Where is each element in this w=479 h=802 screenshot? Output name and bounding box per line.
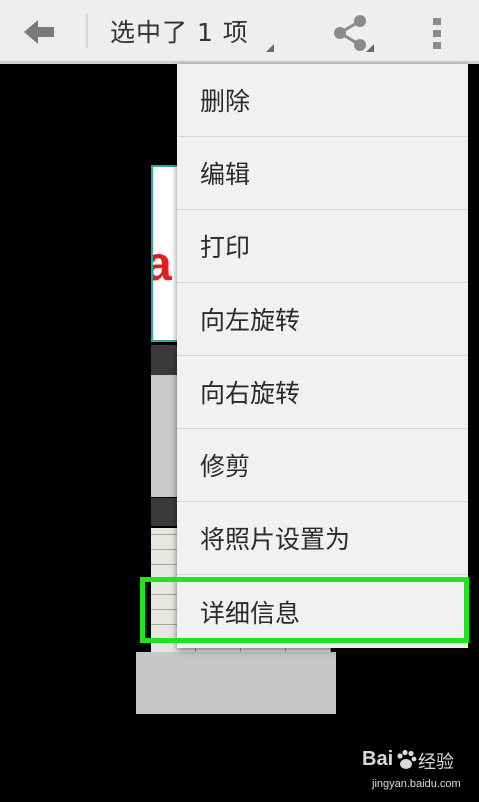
title-dropdown-indicator <box>266 44 274 52</box>
overflow-menu-button[interactable] <box>420 12 454 54</box>
watermark-site-text: 经验 <box>418 752 454 773</box>
action-bar-divider <box>86 14 88 48</box>
menu-item-rotate-right[interactable]: 向右旋转 <box>177 356 468 429</box>
photo-gap <box>151 345 179 375</box>
photo-thumbnail-gray[interactable] <box>151 375 179 497</box>
menu-item-delete[interactable]: 删除 <box>177 64 468 137</box>
back-button[interactable] <box>14 12 62 52</box>
menu-item-edit[interactable]: 编辑 <box>177 137 468 210</box>
menu-item-rotate-left[interactable]: 向左旋转 <box>177 283 468 356</box>
share-dropdown-indicator <box>366 44 374 52</box>
watermark-logo-text: Bai <box>362 748 394 770</box>
menu-item-details[interactable]: 详细信息 <box>177 575 468 648</box>
action-bar: 选中了 1 项 <box>0 0 479 64</box>
menu-item-print[interactable]: 打印 <box>177 210 468 283</box>
photo-partial-text: a <box>153 237 172 292</box>
back-arrow-icon <box>24 20 54 44</box>
screen: a 选中了 1 项 <box>0 0 479 802</box>
paw-icon <box>397 749 417 769</box>
menu-item-crop[interactable]: 修剪 <box>177 429 468 502</box>
more-vertical-icon <box>433 18 441 49</box>
photo-thumbnail-gray[interactable] <box>136 652 336 714</box>
menu-item-set-picture-as[interactable]: 将照片设置为 <box>177 502 468 575</box>
photo-thumbnail[interactable]: a <box>151 165 179 342</box>
baidu-watermark: Bai 经验 jingyan.baidu.com <box>362 748 472 796</box>
photo-gap <box>151 498 179 526</box>
overflow-menu: 删除 编辑 打印 向左旋转 向右旋转 修剪 将照片设置为 详细信息 <box>177 64 468 648</box>
selection-title[interactable]: 选中了 1 项 <box>110 13 249 49</box>
watermark-url: jingyan.baidu.com <box>372 778 461 790</box>
